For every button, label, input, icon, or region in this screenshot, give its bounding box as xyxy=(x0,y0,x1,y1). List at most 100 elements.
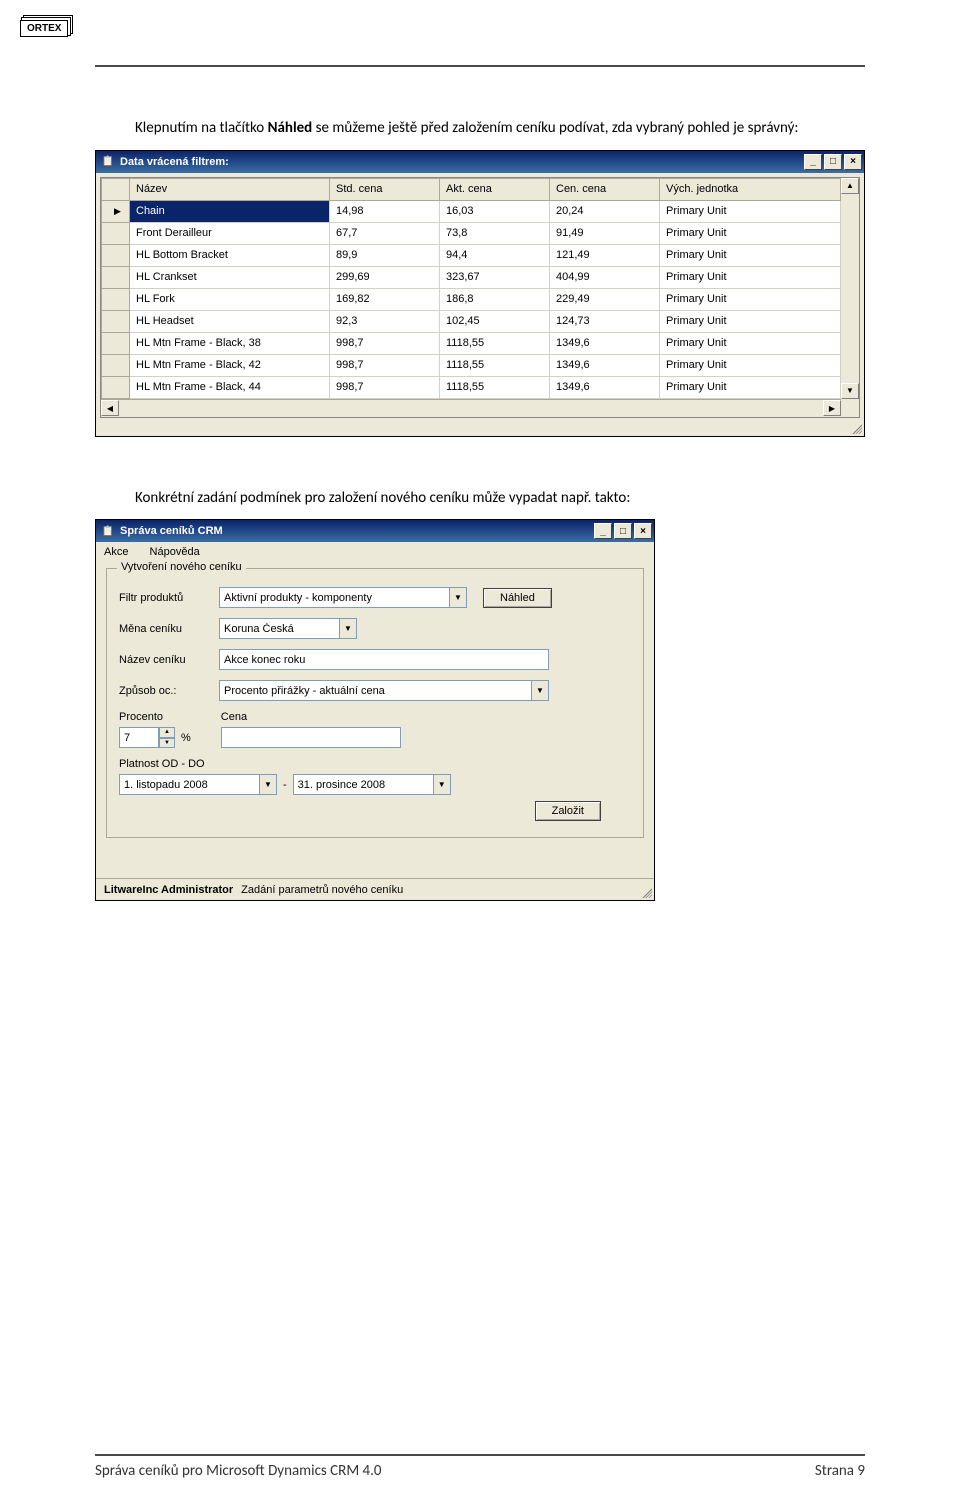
cell-cen[interactable]: 1349,6 xyxy=(550,332,660,354)
table-row[interactable]: HL Headset92,3102,45124,73Primary Unit xyxy=(102,310,841,332)
mena-input[interactable] xyxy=(219,618,339,639)
table-row[interactable]: HL Bottom Bracket89,994,4121,49Primary U… xyxy=(102,244,841,266)
cell-cen[interactable]: 404,99 xyxy=(550,266,660,288)
row-header[interactable] xyxy=(102,288,130,310)
horizontal-scrollbar[interactable]: ◀ ▶ xyxy=(101,399,841,417)
chevron-down-icon[interactable]: ▼ xyxy=(339,618,357,639)
cell-std[interactable]: 998,7 xyxy=(330,354,440,376)
cell-unit[interactable]: Primary Unit xyxy=(660,332,841,354)
cell-nazev[interactable]: HL Bottom Bracket xyxy=(130,244,330,266)
maximize-button[interactable]: □ xyxy=(614,523,632,539)
menu-napoveda[interactable]: Nápověda xyxy=(150,546,200,558)
cell-nazev[interactable]: HL Crankset xyxy=(130,266,330,288)
chevron-down-icon[interactable]: ▼ xyxy=(449,587,467,608)
cell-akt[interactable]: 323,67 xyxy=(440,266,550,288)
row-header[interactable] xyxy=(102,310,130,332)
cell-akt[interactable]: 16,03 xyxy=(440,200,550,222)
cell-cen[interactable]: 124,73 xyxy=(550,310,660,332)
col-std-cena[interactable]: Std. cena xyxy=(330,178,440,200)
scroll-down-icon[interactable]: ▼ xyxy=(841,383,859,399)
cell-unit[interactable]: Primary Unit xyxy=(660,244,841,266)
cell-akt[interactable]: 94,4 xyxy=(440,244,550,266)
cell-nazev[interactable]: HL Headset xyxy=(130,310,330,332)
table-row[interactable]: HL Mtn Frame - Black, 38998,71118,551349… xyxy=(102,332,841,354)
cell-akt[interactable]: 102,45 xyxy=(440,310,550,332)
cell-unit[interactable]: Primary Unit xyxy=(660,354,841,376)
cell-std[interactable]: 169,82 xyxy=(330,288,440,310)
filtr-combo[interactable]: ▼ xyxy=(219,587,467,608)
table-row[interactable]: HL Crankset299,69323,67404,99Primary Uni… xyxy=(102,266,841,288)
scroll-left-icon[interactable]: ◀ xyxy=(101,400,119,416)
menu-akce[interactable]: Akce xyxy=(104,546,128,558)
row-header[interactable] xyxy=(102,222,130,244)
scroll-up-icon[interactable]: ▲ xyxy=(841,178,859,194)
resize-grip-icon[interactable] xyxy=(640,886,652,898)
form-titlebar[interactable]: 📋 Správa ceníků CRM _ □ × xyxy=(96,520,654,542)
close-button[interactable]: × xyxy=(634,523,652,539)
close-button[interactable]: × xyxy=(844,154,862,170)
zpusob-input[interactable] xyxy=(219,680,531,701)
spin-up-icon[interactable]: ▲ xyxy=(159,727,175,738)
row-header[interactable] xyxy=(102,354,130,376)
zalozit-button[interactable]: Založit xyxy=(535,801,601,821)
row-header[interactable] xyxy=(102,376,130,398)
cell-unit[interactable]: Primary Unit xyxy=(660,222,841,244)
cell-akt[interactable]: 73,8 xyxy=(440,222,550,244)
chevron-down-icon[interactable]: ▼ xyxy=(531,680,549,701)
cell-akt[interactable]: 1118,55 xyxy=(440,376,550,398)
col-cen-cena[interactable]: Cen. cena xyxy=(550,178,660,200)
vertical-scrollbar[interactable]: ▲ ▼ xyxy=(841,178,859,399)
cell-unit[interactable]: Primary Unit xyxy=(660,288,841,310)
table-row[interactable]: HL Mtn Frame - Black, 44998,71118,551349… xyxy=(102,376,841,398)
row-header[interactable] xyxy=(102,200,130,222)
cell-cen[interactable]: 229,49 xyxy=(550,288,660,310)
cell-std[interactable]: 998,7 xyxy=(330,376,440,398)
table-row[interactable]: HL Mtn Frame - Black, 42998,71118,551349… xyxy=(102,354,841,376)
cell-cen[interactable]: 91,49 xyxy=(550,222,660,244)
dialog-titlebar[interactable]: 📋 Data vrácená filtrem: _ □ × xyxy=(96,151,864,173)
mena-combo[interactable]: ▼ xyxy=(219,618,357,639)
data-grid[interactable]: Název Std. cena Akt. cena Cen. cena Vých… xyxy=(101,178,841,399)
table-row[interactable]: Chain14,9816,0320,24Primary Unit xyxy=(102,200,841,222)
cell-unit[interactable]: Primary Unit xyxy=(660,376,841,398)
cell-nazev[interactable]: HL Fork xyxy=(130,288,330,310)
filtr-input[interactable] xyxy=(219,587,449,608)
resize-grip-icon[interactable] xyxy=(850,422,862,434)
date-to-input[interactable] xyxy=(293,774,433,795)
cell-nazev[interactable]: HL Mtn Frame - Black, 38 xyxy=(130,332,330,354)
minimize-button[interactable]: _ xyxy=(594,523,612,539)
cell-nazev[interactable]: Front Derailleur xyxy=(130,222,330,244)
cell-akt[interactable]: 1118,55 xyxy=(440,354,550,376)
cell-std[interactable]: 299,69 xyxy=(330,266,440,288)
cell-nazev[interactable]: HL Mtn Frame - Black, 44 xyxy=(130,376,330,398)
cell-cen[interactable]: 1349,6 xyxy=(550,354,660,376)
cell-unit[interactable]: Primary Unit xyxy=(660,200,841,222)
cell-cen[interactable]: 20,24 xyxy=(550,200,660,222)
cell-std[interactable]: 67,7 xyxy=(330,222,440,244)
scroll-right-icon[interactable]: ▶ xyxy=(823,400,841,416)
col-nazev[interactable]: Název xyxy=(130,178,330,200)
cell-std[interactable]: 89,9 xyxy=(330,244,440,266)
row-header[interactable] xyxy=(102,332,130,354)
date-to-combo[interactable]: ▼ xyxy=(293,774,451,795)
cell-std[interactable]: 998,7 xyxy=(330,332,440,354)
date-from-input[interactable] xyxy=(119,774,259,795)
procento-spinner[interactable]: ▲ ▼ xyxy=(119,727,175,748)
cell-cen[interactable]: 121,49 xyxy=(550,244,660,266)
date-from-combo[interactable]: ▼ xyxy=(119,774,277,795)
row-header[interactable] xyxy=(102,266,130,288)
cell-cen[interactable]: 1349,6 xyxy=(550,376,660,398)
nazev-input[interactable] xyxy=(219,649,549,670)
maximize-button[interactable]: □ xyxy=(824,154,842,170)
zpusob-combo[interactable]: ▼ xyxy=(219,680,549,701)
cell-akt[interactable]: 1118,55 xyxy=(440,332,550,354)
minimize-button[interactable]: _ xyxy=(804,154,822,170)
cell-unit[interactable]: Primary Unit xyxy=(660,310,841,332)
cell-std[interactable]: 92,3 xyxy=(330,310,440,332)
col-akt-cena[interactable]: Akt. cena xyxy=(440,178,550,200)
row-header[interactable] xyxy=(102,244,130,266)
nahled-button[interactable]: Náhled xyxy=(483,588,552,608)
table-row[interactable]: HL Fork169,82186,8229,49Primary Unit xyxy=(102,288,841,310)
cell-akt[interactable]: 186,8 xyxy=(440,288,550,310)
spin-down-icon[interactable]: ▼ xyxy=(159,738,175,749)
